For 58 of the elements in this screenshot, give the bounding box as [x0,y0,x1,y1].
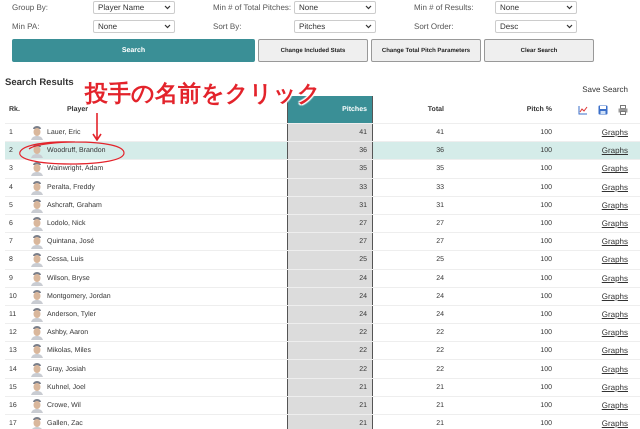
avatar-icon [31,216,43,232]
graphs-link[interactable]: Graphs [602,237,628,246]
graphs-link[interactable]: Graphs [602,328,628,338]
avatar-icon [31,343,43,358]
graphs-link[interactable]: Graphs [602,128,628,138]
avatar-icon [31,143,43,158]
graphs-link[interactable]: Graphs [602,200,628,210]
avatar-icon [31,180,43,195]
save-icon[interactable] [598,104,608,114]
avatar-icon [31,362,43,377]
dropdown[interactable]: Player Name [93,1,175,14]
graphs-link[interactable]: Graphs [602,274,628,283]
graphs-link[interactable]: Graphs [602,255,628,264]
chevron-icon [365,5,372,10]
dropdown[interactable]: None [294,1,376,14]
chevron-icon [365,24,372,29]
down-arrow [92,113,102,141]
filter-label: Min # of Results: [414,3,475,12]
graphs-link[interactable]: Graphs [602,346,628,356]
filter-label: Group By: [12,3,50,12]
filter-label: Min PA: [12,22,40,31]
filter-label: Sort By: [213,22,242,31]
avatar-icon [31,380,43,395]
avatar-icon [31,416,43,429]
dropdown[interactable]: Pitches [294,20,376,33]
chart-icon[interactable] [578,104,588,114]
avatar-icon [31,270,43,286]
graphs-link[interactable]: Graphs [602,419,628,428]
avatar-icon [31,234,43,250]
graphs-link[interactable]: Graphs [602,219,628,228]
print-icon[interactable] [618,104,628,114]
avatar-icon [31,306,43,322]
filter-label: Sort Order: [414,22,455,31]
graphs-link[interactable]: Graphs [602,292,628,301]
avatar-icon [31,398,43,413]
avatar-icon [31,125,43,140]
dropdown[interactable]: None [93,20,175,33]
graphs-link[interactable]: Graphs [602,146,628,156]
save-search-link[interactable]: Save Search [582,85,628,94]
filter-label: Min # of Total Pitches: [213,3,292,12]
avatar-icon [31,198,43,213]
graphs-link[interactable]: Graphs [602,164,628,174]
results-title: Search Results [5,77,74,88]
chevron-icon [164,5,171,10]
graphs-link[interactable]: Graphs [602,310,628,319]
graphs-link[interactable]: Graphs [602,364,628,374]
avatar-icon [31,161,43,176]
avatar-icon [31,288,43,304]
graphs-link[interactable]: Graphs [602,182,628,192]
graphs-link[interactable]: Graphs [602,382,628,392]
graphs-link[interactable]: Graphs [602,400,628,410]
dropdown[interactable]: Desc [495,20,577,33]
avatar-icon [31,252,43,268]
chevron-icon [164,24,171,29]
chevron-icon [566,24,573,29]
dropdown[interactable]: None [495,1,577,14]
chevron-icon [566,5,573,10]
avatar-icon [31,325,43,340]
